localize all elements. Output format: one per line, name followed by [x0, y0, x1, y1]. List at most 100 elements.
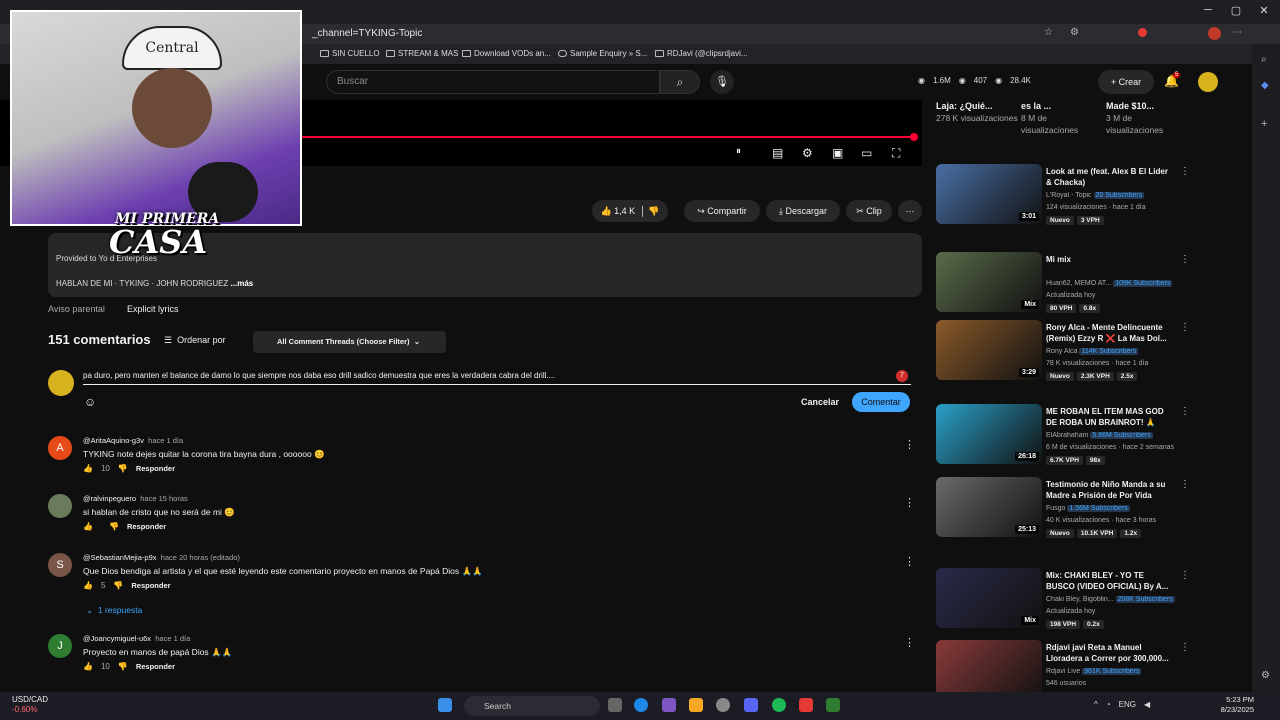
- recommendation-item[interactable]: Mix Mi mix Huan62, MEMO AT... 109K Subscri…: [936, 252, 1190, 316]
- reply-button[interactable]: Responder: [136, 662, 175, 671]
- reply-button[interactable]: Responder: [136, 464, 175, 473]
- settings-icon[interactable]: ⚙: [802, 146, 813, 160]
- video-title[interactable]: Mi mix: [1046, 254, 1174, 278]
- recommendation-partial[interactable]: Laja: ¿Quié... 278 K visualizaciones: [936, 100, 1018, 124]
- comment-filter-dropdown[interactable]: All Comment Threads (Choose Filter) ⌄: [253, 331, 446, 353]
- subtitles-icon[interactable]: ▤: [772, 146, 783, 160]
- spotify-icon[interactable]: [772, 698, 786, 712]
- minimize-icon[interactable]: ─: [1200, 4, 1216, 16]
- bookmark-item[interactable]: STREAM & MAS: [386, 49, 458, 58]
- grammar-badge[interactable]: 7: [896, 370, 908, 382]
- recommendation-item[interactable]: 26:18 ME ROBAN EL ITEM MAS GOD DE ROBA UN…: [936, 404, 1190, 468]
- shopping-icon[interactable]: ◆: [1261, 80, 1269, 91]
- search-button[interactable]: ⌕: [660, 70, 700, 94]
- system-tray[interactable]: ^ ◔ ENG ◀: [1094, 700, 1150, 709]
- sort-button[interactable]: ☰ Ordenar por: [164, 335, 226, 346]
- bookmark-item[interactable]: Sample Enquiry » S...: [558, 49, 647, 58]
- progress-bar[interactable]: [300, 136, 914, 138]
- star-icon[interactable]: ☆: [1044, 27, 1053, 38]
- theater-mode-icon[interactable]: ▭: [861, 146, 872, 160]
- video-title[interactable]: Testimonio de Niño Manda a su Madre a Pr…: [1046, 479, 1174, 503]
- bookmark-item[interactable]: RDJavi (@clipsrdjavi...: [655, 49, 748, 58]
- thumbs-down-icon[interactable]: 👎: [109, 522, 119, 531]
- app-icon[interactable]: [799, 698, 813, 712]
- video-thumbnail[interactable]: Mix: [936, 252, 1042, 312]
- more-options-icon[interactable]: ⋮: [904, 636, 915, 649]
- extension-icon[interactable]: [1138, 28, 1147, 37]
- more-options-icon[interactable]: ⋮: [1180, 254, 1190, 265]
- thumbs-up-icon[interactable]: 👍: [83, 522, 93, 531]
- create-button[interactable]: + Crear: [1098, 70, 1154, 94]
- emoji-icon[interactable]: ☺: [84, 395, 96, 409]
- video-title[interactable]: Look at me (feat. Alex B El Lider & Chac…: [1046, 166, 1174, 190]
- video-thumbnail[interactable]: Mix: [936, 568, 1042, 628]
- channel-name[interactable]: Huan62, MEMO AT...: [1046, 280, 1111, 287]
- recommendation-item[interactable]: 3:29 Rony Alca - Mente Delincuente (Remix…: [936, 320, 1190, 384]
- reply-button[interactable]: Responder: [127, 522, 166, 531]
- comment-author[interactable]: @SebastianMejia-p9x: [83, 553, 156, 562]
- channel-name[interactable]: Fusgo: [1046, 505, 1065, 512]
- market-ticker[interactable]: USD/CAD -0.60%: [12, 695, 48, 715]
- extensions-icon[interactable]: ⚙: [1070, 27, 1079, 38]
- clip-button[interactable]: ✂ Clip: [846, 200, 892, 222]
- more-actions-button[interactable]: ⋯: [898, 200, 922, 222]
- like-dislike-button[interactable]: 👍 1,4 K │ 👎: [592, 200, 668, 222]
- more-options-icon[interactable]: ⋮: [1180, 642, 1190, 653]
- view-replies-button[interactable]: ⌄ 1 respuesta: [86, 605, 142, 616]
- comment-input[interactable]: pa duro, pero manten el balance de damo …: [83, 371, 911, 385]
- recommendation-partial[interactable]: Made $10... 3 M de visualizaciones: [1106, 100, 1176, 136]
- channel-name[interactable]: Rony Alca: [1046, 348, 1078, 355]
- menu-dots-icon[interactable]: ⋯: [1232, 27, 1242, 38]
- video-thumbnail[interactable]: 26:18: [936, 404, 1042, 464]
- windows-start-icon[interactable]: [438, 698, 452, 712]
- thumbs-down-icon[interactable]: 👎: [118, 662, 128, 671]
- avatar[interactable]: J: [48, 634, 72, 658]
- more-link[interactable]: ...más: [231, 279, 254, 288]
- reply-button[interactable]: Responder: [131, 581, 170, 590]
- channel-name[interactable]: ElAbrahaham: [1046, 432, 1088, 439]
- obs-icon[interactable]: [716, 698, 730, 712]
- more-options-icon[interactable]: ⋮: [904, 496, 915, 509]
- video-thumbnail[interactable]: 25:13: [936, 477, 1042, 537]
- video-title[interactable]: Mix: CHAKI BLEY - YO TE BUSCO (VIDEO OFI…: [1046, 570, 1174, 594]
- search-input[interactable]: Buscar: [326, 70, 660, 94]
- more-options-icon[interactable]: ⋮: [1180, 166, 1190, 177]
- search-icon[interactable]: ⌕: [1261, 54, 1267, 65]
- app-icon[interactable]: [826, 698, 840, 712]
- comment-button[interactable]: Comentar: [852, 392, 910, 412]
- video-title[interactable]: ME ROBAN EL ITEM MAS GOD DE ROBA UN BRAI…: [1046, 406, 1174, 430]
- edge-icon[interactable]: [634, 698, 648, 712]
- bookmark-item[interactable]: Download VODs an...: [462, 49, 551, 58]
- more-options-icon[interactable]: ⋮: [1180, 570, 1190, 581]
- cancel-button[interactable]: Cancelar: [794, 392, 846, 412]
- more-options-icon[interactable]: ⋮: [904, 555, 915, 568]
- channel-name[interactable]: L'Royal - Topic: [1046, 192, 1092, 199]
- autoplay-toggle[interactable]: ⏸: [736, 146, 741, 157]
- comment-author[interactable]: @Joancymiguel-u6x: [83, 634, 151, 643]
- avatar[interactable]: S: [48, 553, 72, 577]
- clock[interactable]: 5:23 PM 8/23/2025: [1218, 695, 1254, 715]
- voice-search-button[interactable]: 🎙: [710, 70, 734, 94]
- avatar[interactable]: A: [48, 436, 72, 460]
- miniplayer-icon[interactable]: ▣: [832, 146, 843, 160]
- comment-author[interactable]: @AritaAquino-g3v: [83, 436, 144, 445]
- taskbar-search[interactable]: Search: [464, 696, 600, 716]
- recommendation-item[interactable]: 25:13 Testimonio de Niño Manda a su Madre…: [936, 477, 1190, 541]
- copilot-icon[interactable]: [662, 698, 676, 712]
- settings-icon[interactable]: ⚙: [1261, 670, 1270, 681]
- add-icon[interactable]: +: [1261, 118, 1267, 130]
- more-options-icon[interactable]: ⋮: [1180, 322, 1190, 333]
- video-thumbnail[interactable]: [936, 640, 1042, 700]
- progress-scrubber[interactable]: [910, 133, 918, 141]
- more-options-icon[interactable]: ⋮: [1180, 479, 1190, 490]
- channel-name[interactable]: Chaki Bley, Bigoblin...: [1046, 596, 1114, 603]
- thumbs-down-icon[interactable]: 👎: [118, 464, 128, 473]
- maximize-icon[interactable]: ▢: [1228, 4, 1244, 17]
- recommendation-partial[interactable]: es la ... 8 M de visualizaciones: [1021, 100, 1091, 136]
- profile-icon[interactable]: [1208, 27, 1221, 40]
- avatar[interactable]: [48, 494, 72, 518]
- file-explorer-icon[interactable]: [689, 698, 703, 712]
- recommendation-item[interactable]: Mix Mix: CHAKI BLEY - YO TE BUSCO (VIDEO …: [936, 568, 1190, 632]
- share-button[interactable]: ↪ Compartir: [684, 200, 760, 222]
- thumbs-up-icon[interactable]: 👍: [83, 464, 93, 473]
